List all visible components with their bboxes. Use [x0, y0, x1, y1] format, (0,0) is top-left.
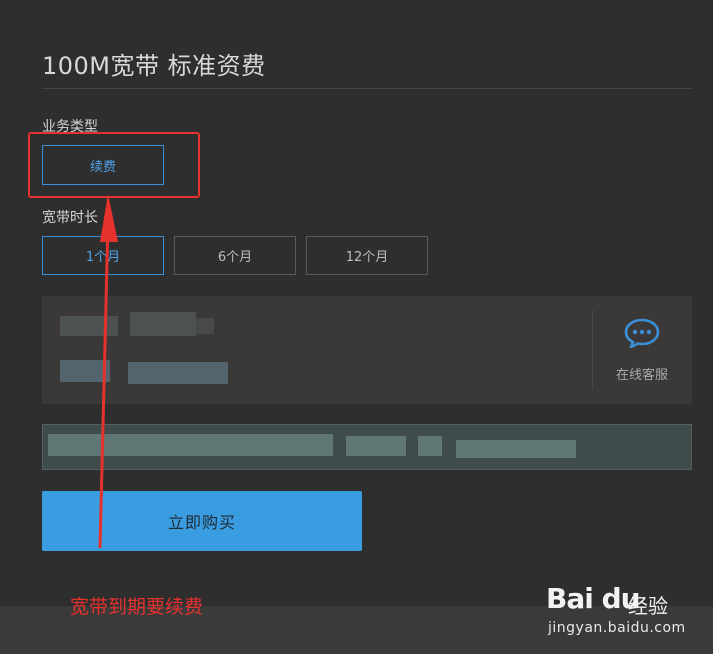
baidu-logo: Bai du	[546, 582, 641, 615]
annotation-text: 宽带到期要续费	[70, 596, 204, 618]
watermark-url: jingyan.baidu.com	[548, 620, 686, 636]
watermark-cn-text: 经验	[628, 594, 668, 618]
annotation-arrow	[98, 194, 118, 549]
baidu-jingyan-watermark: Bai du 经验 jingyan.baidu.com	[540, 574, 710, 648]
